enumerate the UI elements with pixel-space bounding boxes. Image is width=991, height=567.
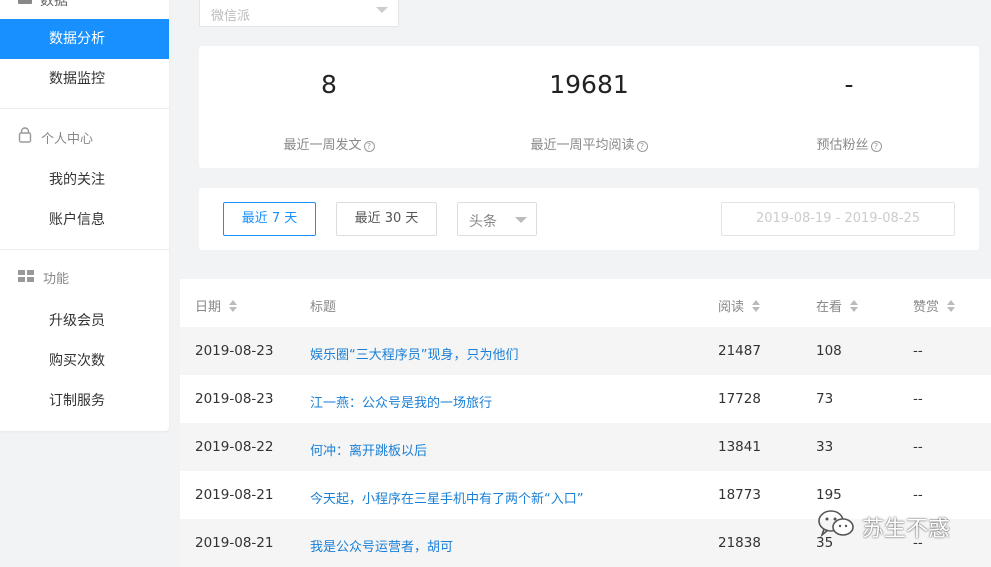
article-title-link[interactable]: 娱乐圈“三大程序员”现身，只为他们: [310, 344, 518, 363]
table-row: 2019-08-23 江一燕：公众号是我的一场旅行 17728 73 --: [180, 375, 991, 423]
sidebar-group-features: 功能: [18, 268, 69, 287]
stat-label-wrap: 最近一周发文?: [199, 134, 459, 153]
chevron-down-icon: [376, 7, 388, 13]
sidebar: 数据 数据分析 数据监控 个人中心 我的关注 账户信息 功能 升级会员 购买次数…: [0, 0, 169, 431]
sidebar-item-upgrade[interactable]: 升级会员: [0, 301, 169, 341]
cell-watching: 195: [816, 487, 842, 503]
sidebar-item-label: 数据监控: [49, 71, 105, 87]
cell-reward: --: [913, 487, 923, 503]
column-header-reads[interactable]: 阅读: [718, 296, 761, 315]
column-header-date[interactable]: 日期: [195, 296, 238, 315]
help-icon[interactable]: ?: [870, 141, 882, 152]
watermark-text: 苏生不惑: [862, 517, 951, 542]
stat-label: 预估粉丝: [816, 138, 869, 153]
sidebar-item-label: 订制服务: [49, 393, 105, 409]
cell-date: 2019-08-23: [195, 391, 274, 407]
cell-watching: 108: [816, 343, 842, 359]
sidebar-group-label: 功能: [43, 272, 70, 287]
sidebar-group-label: 个人中心: [41, 131, 94, 147]
chart-icon: [18, 0, 32, 8]
cell-reads: 13841: [718, 439, 761, 455]
stat-value: 8: [321, 70, 337, 99]
divider: [0, 249, 169, 250]
column-header-title: 标题: [310, 296, 336, 315]
sidebar-group-personal: 个人中心: [18, 127, 93, 147]
column-header-label: 赞赏: [913, 300, 940, 315]
account-select-value: 微信派: [211, 9, 251, 24]
stat-estimated-fans: - 预估粉丝?: [719, 46, 979, 168]
column-header-label: 标题: [310, 300, 337, 315]
cell-reads: 17728: [718, 391, 761, 407]
position-select[interactable]: 头条: [457, 202, 537, 236]
sidebar-item-account-info[interactable]: 账户信息: [0, 200, 169, 240]
range-30-days-button[interactable]: 最近 30 天: [336, 202, 437, 236]
cell-reward: --: [913, 343, 923, 359]
stat-label-wrap: 预估粉丝?: [719, 134, 979, 153]
cell-date: 2019-08-21: [195, 487, 274, 503]
stat-value: -: [844, 70, 854, 99]
sidebar-item-label: 升级会员: [49, 313, 105, 329]
sidebar-item-label: 购买次数: [49, 353, 105, 369]
cell-date: 2019-08-21: [195, 535, 274, 551]
stat-weekly-avg-reads: 19681 最近一周平均阅读?: [459, 46, 719, 168]
wechat-icon: [816, 509, 856, 545]
position-select-value: 头条: [469, 214, 497, 230]
grid-icon: [18, 269, 34, 286]
article-title-link[interactable]: 我是公众号运营者，胡可: [310, 536, 453, 555]
sidebar-item-my-follows[interactable]: 我的关注: [0, 160, 169, 200]
stat-label: 最近一周发文: [283, 138, 362, 153]
stat-label-wrap: 最近一周平均阅读?: [459, 134, 719, 153]
sort-icon[interactable]: [752, 299, 761, 312]
sidebar-item-label: 账户信息: [49, 212, 105, 228]
help-icon[interactable]: ?: [363, 141, 375, 152]
cell-date: 2019-08-22: [195, 439, 274, 455]
help-icon[interactable]: ?: [636, 141, 648, 152]
article-title-link[interactable]: 今天起，小程序在三星手机中有了两个新“入口”: [310, 488, 583, 507]
column-header-reward[interactable]: 赞赏: [913, 296, 956, 315]
stat-weekly-posts: 8 最近一周发文?: [199, 46, 459, 168]
sidebar-item-purchase[interactable]: 购买次数: [0, 341, 169, 381]
column-header-watching[interactable]: 在看: [816, 296, 859, 315]
chevron-down-icon: [515, 217, 527, 223]
cell-watching: 73: [816, 391, 834, 407]
column-header-label: 阅读: [718, 300, 745, 315]
cell-reads: 21838: [718, 535, 761, 551]
cell-reward: --: [913, 391, 923, 407]
range-7-days-button[interactable]: 最近 7 天: [223, 202, 316, 236]
sidebar-item-data-monitor[interactable]: 数据监控: [0, 59, 169, 99]
sidebar-group-label: 数据: [40, 0, 68, 9]
cell-date: 2019-08-23: [195, 343, 274, 359]
divider: [0, 108, 169, 109]
sort-icon[interactable]: [229, 299, 238, 312]
cell-watching: 33: [816, 439, 834, 455]
date-range-picker[interactable]: 2019-08-19 - 2019-08-25: [721, 202, 955, 236]
table-row: 2019-08-23 娱乐圈“三大程序员”现身，只为他们 21487 108 -…: [180, 327, 991, 375]
cell-reads: 21487: [718, 343, 761, 359]
table-row: 2019-08-22 何冲：离开跳板以后 13841 33 --: [180, 423, 991, 471]
sidebar-item-data-analysis[interactable]: 数据分析: [0, 19, 169, 59]
column-header-label: 日期: [195, 300, 222, 315]
table-header: 日期 标题 阅读 在看 赞赏: [180, 279, 991, 327]
stat-value: 19681: [549, 70, 629, 99]
sidebar-item-custom-service[interactable]: 订制服务: [0, 381, 169, 421]
filter-bar: 最近 7 天 最近 30 天 头条 2019-08-19 - 2019-08-2…: [199, 188, 979, 250]
cell-reward: --: [913, 439, 923, 455]
sidebar-item-label: 数据分析: [49, 31, 105, 47]
watermark: 苏生不惑: [816, 509, 950, 545]
user-icon: [18, 127, 32, 147]
article-title-link[interactable]: 江一燕：公众号是我的一场旅行: [310, 392, 492, 411]
sidebar-group-data: 数据: [18, 0, 68, 10]
article-title-link[interactable]: 何冲：离开跳板以后: [310, 440, 427, 459]
column-header-label: 在看: [816, 300, 843, 315]
sort-icon[interactable]: [947, 299, 956, 312]
account-select[interactable]: 微信派: [199, 0, 399, 27]
stat-label: 最近一周平均阅读: [530, 138, 635, 153]
sidebar-item-label: 我的关注: [49, 172, 105, 188]
sort-icon[interactable]: [850, 299, 859, 312]
stats-panel: 8 最近一周发文? 19681 最近一周平均阅读? - 预估粉丝?: [199, 46, 979, 168]
cell-reads: 18773: [718, 487, 761, 503]
